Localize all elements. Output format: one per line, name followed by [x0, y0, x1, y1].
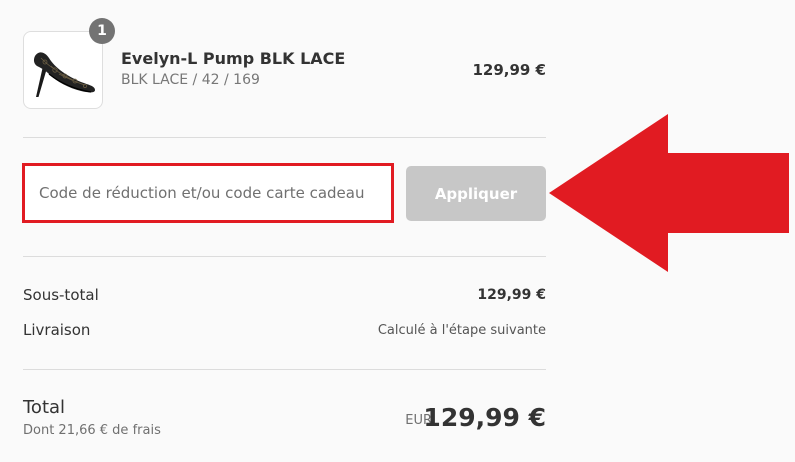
divider	[23, 256, 546, 257]
total-amount: 129,99 €	[423, 403, 546, 432]
total-label: Total	[23, 397, 66, 418]
shipping-value: Calculé à l'étape suivante	[377, 323, 546, 338]
product-price: 129,99 €	[472, 61, 546, 79]
product-variant: BLK LACE / 42 / 169	[121, 72, 260, 88]
taxes-note: Dont 21,66 € de frais	[23, 423, 161, 438]
subtotal-label: Sous-total	[23, 286, 99, 304]
shipping-label: Livraison	[23, 321, 91, 339]
subtotal-value: 129,99 €	[477, 287, 546, 303]
divider	[23, 369, 546, 370]
quantity-badge: 1	[89, 18, 115, 44]
cart-line-item: 1 Evelyn-L Pump BLK LACE BLK LACE / 42 /…	[23, 18, 546, 111]
shoe-pump-icon	[33, 52, 95, 97]
product-thumbnail: 1	[23, 18, 115, 109]
product-title: Evelyn-L Pump BLK LACE	[121, 49, 346, 68]
divider	[23, 137, 546, 138]
discount-code-input[interactable]	[22, 163, 394, 223]
apply-discount-button[interactable]: Appliquer	[406, 166, 546, 221]
red-arrow-left-icon	[549, 114, 789, 272]
